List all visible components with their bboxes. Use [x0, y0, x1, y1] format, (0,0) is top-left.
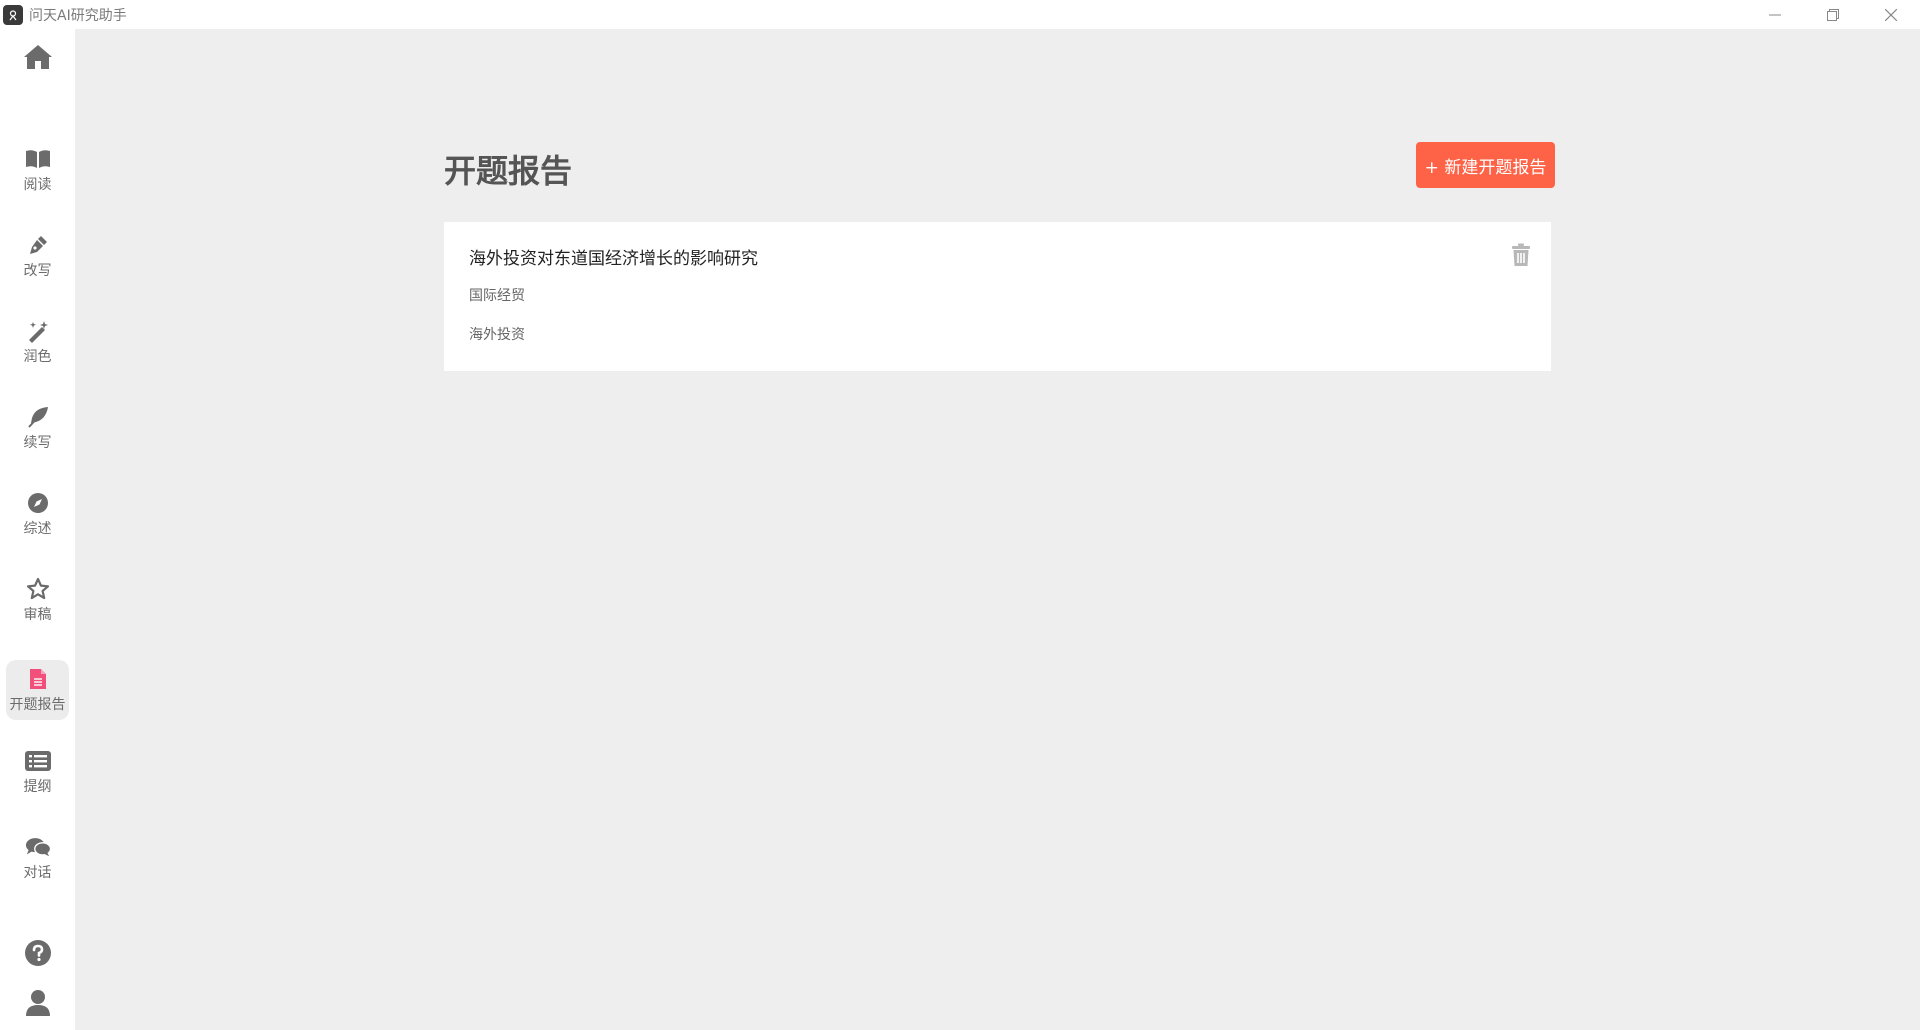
- compass-icon: [25, 490, 51, 516]
- close-icon: [1885, 8, 1897, 21]
- sidebar-item-review[interactable]: 综述: [6, 484, 69, 544]
- sidebar-item-label: 综述: [23, 521, 52, 537]
- restore-icon: [1827, 8, 1839, 21]
- sidebar-item-outline[interactable]: 提纲: [6, 742, 69, 802]
- user-icon: [25, 990, 50, 1016]
- chat-icon: [25, 834, 51, 860]
- home-icon: [23, 45, 52, 69]
- sidebar-item-continue[interactable]: 续写: [6, 398, 69, 458]
- sidebar-item-label: 提纲: [23, 779, 52, 795]
- document-icon: [25, 666, 51, 692]
- user-button[interactable]: [0, 985, 75, 1021]
- delete-button[interactable]: [1509, 242, 1533, 268]
- sidebar-item-label: 开题报告: [9, 697, 66, 713]
- help-button[interactable]: [0, 935, 75, 971]
- page-title: 开题报告: [444, 152, 573, 190]
- sidebar-item-label: 润色: [23, 349, 52, 365]
- title-bar: 问天AI研究助手: [0, 0, 1920, 29]
- sidebar-item-label: 续写: [23, 435, 52, 451]
- sidebar-item-label: 对话: [23, 865, 52, 881]
- minimize-icon: [1769, 14, 1781, 15]
- home-button[interactable]: [0, 39, 75, 75]
- list-icon: [24, 748, 51, 774]
- restore-button[interactable]: [1804, 0, 1862, 29]
- help-icon: [24, 940, 51, 966]
- sidebar-item-polish[interactable]: 润色: [6, 312, 69, 372]
- sidebar-item-rewrite[interactable]: 改写: [6, 226, 69, 286]
- report-title: 海外投资对东道国经济增长的影响研究: [469, 249, 758, 269]
- trash-icon: [1512, 243, 1530, 266]
- magic-wand-icon: [25, 318, 51, 344]
- sidebar-item-chat[interactable]: 对话: [6, 828, 69, 888]
- pen-icon: [25, 232, 51, 258]
- report-keyword: 海外投资: [469, 327, 525, 343]
- book-icon: [25, 146, 51, 172]
- star-icon: [25, 576, 51, 602]
- feather-icon: [25, 404, 51, 430]
- close-button[interactable]: [1862, 0, 1920, 29]
- minimize-button[interactable]: [1746, 0, 1804, 29]
- main-content: 开题报告 + 新建开题报告 海外投资对东道国经济增长的影响研究 国际经贸 海外投…: [75, 29, 1920, 1030]
- report-field: 国际经贸: [469, 288, 525, 304]
- sidebar: 阅读 改写 润色 续写 综述 审稿 开题报告 提纲 对话: [0, 29, 75, 1030]
- report-card[interactable]: 海外投资对东道国经济增长的影响研究 国际经贸 海外投资: [444, 222, 1551, 371]
- new-report-button[interactable]: + 新建开题报告: [1416, 142, 1555, 188]
- sidebar-item-proposal[interactable]: 开题报告: [6, 660, 69, 720]
- app-logo-icon: [3, 4, 23, 25]
- sidebar-item-label: 阅读: [23, 177, 52, 193]
- app-title: 问天AI研究助手: [29, 7, 127, 24]
- sidebar-item-label: 改写: [23, 263, 52, 279]
- sidebar-item-read[interactable]: 阅读: [6, 140, 69, 200]
- sidebar-item-label: 审稿: [23, 607, 52, 623]
- sidebar-item-peer-review[interactable]: 审稿: [6, 570, 69, 630]
